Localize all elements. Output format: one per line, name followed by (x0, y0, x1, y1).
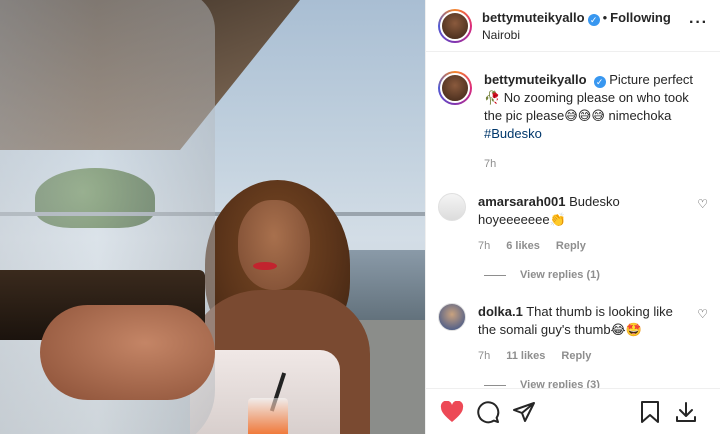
photo-face (238, 200, 310, 290)
comment-username[interactable]: amarsarah001 (478, 194, 565, 209)
comment-username[interactable]: dolka.1 (478, 304, 523, 319)
comments-list[interactable]: bettymuteikyallo ✓ Picture perfect🥀 No zo… (426, 53, 720, 388)
view-replies-button[interactable]: View replies (1) (484, 269, 708, 281)
caption-username[interactable]: bettymuteikyallo (484, 72, 587, 87)
commenter-avatar[interactable] (438, 193, 466, 221)
comment-icon[interactable] (474, 398, 502, 426)
view-replies-button[interactable]: View replies (3) (484, 379, 708, 388)
heart-filled-icon[interactable] (438, 398, 466, 426)
download-icon[interactable] (672, 398, 700, 426)
post-header: bettymuteikyallo ✓ • Following Nairobi ··· (426, 0, 720, 52)
caption-avatar[interactable] (438, 71, 472, 105)
post-location[interactable]: Nairobi (482, 28, 671, 42)
photo-lips (253, 262, 277, 270)
instagram-post-view: bettymuteikyallo ✓ • Following Nairobi ··· … (0, 0, 720, 434)
author-username[interactable]: bettymuteikyallo (482, 10, 585, 25)
photo-cup (248, 398, 288, 434)
replies-divider (484, 384, 506, 386)
comment-time[interactable]: 7h (478, 347, 490, 365)
reply-button[interactable]: Reply (556, 237, 586, 255)
caption: bettymuteikyallo ✓ Picture perfect🥀 No zo… (438, 71, 708, 173)
comment-like-icon[interactable]: ♡ (697, 197, 708, 211)
comment-likes[interactable]: 6 likes (506, 237, 540, 255)
caption-hashtag[interactable]: #Budesko (484, 126, 542, 141)
commenter-avatar[interactable] (438, 303, 466, 331)
post-side-panel: bettymuteikyallo ✓ • Following Nairobi ··· … (425, 0, 720, 434)
photo-finger (40, 305, 215, 400)
verified-badge-icon: ✓ (593, 76, 606, 88)
comment-like-icon[interactable]: ♡ (697, 307, 708, 321)
bookmark-icon[interactable] (636, 398, 664, 426)
post-photo[interactable] (0, 0, 425, 434)
more-options-icon[interactable]: ··· (689, 14, 708, 32)
comment-likes[interactable]: 11 likes (506, 347, 545, 365)
replies-divider (484, 274, 506, 276)
comment-item: amarsarah001 Budesko hoyeeeeeee👏 7h 6 li… (438, 193, 708, 281)
view-replies-label[interactable]: View replies (1) (520, 269, 600, 281)
verified-badge-icon: ✓ (587, 13, 600, 26)
comment-item: dolka.1 That thumb is looking like the s… (438, 303, 708, 388)
reply-button[interactable]: Reply (561, 347, 591, 365)
comment-time[interactable]: 7h (478, 237, 490, 255)
caption-time[interactable]: 7h (484, 155, 708, 173)
following-button[interactable]: Following (610, 10, 671, 25)
post-actions-bar (426, 388, 720, 434)
author-avatar[interactable] (438, 8, 472, 43)
view-replies-label[interactable]: View replies (3) (520, 379, 600, 388)
separator-dot: • (602, 9, 608, 25)
share-icon[interactable] (510, 398, 538, 426)
